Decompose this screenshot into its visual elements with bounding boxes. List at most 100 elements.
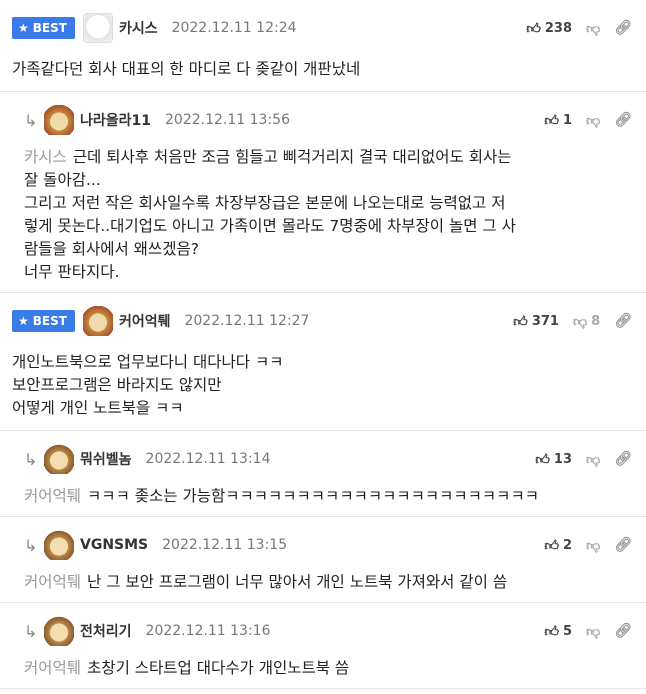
nickname[interactable]: 커어억퉤 bbox=[119, 311, 171, 331]
nickname[interactable]: 카시스 bbox=[119, 18, 158, 38]
comment-header: ↳ VGNSMS 2022.12.11 13:15 👍︎ 2 👎︎ 🔗︎ bbox=[24, 529, 632, 561]
downvote-button[interactable]: 👎︎ bbox=[586, 451, 600, 468]
downvote-button[interactable]: 👎︎ bbox=[586, 537, 600, 554]
comment-text: 그리고 저런 작은 회사일수록 차장부장급은 본문에 나오는대로 능력없고 저 bbox=[24, 194, 506, 212]
comment-text: 너무 판타지다. bbox=[24, 263, 120, 281]
comment-text: ㅋㅋㅋ 좆소는 가능함ㅋㅋㅋㅋㅋㅋㅋㅋㅋㅋㅋㅋㅋㅋㅋㅋㅋㅋㅋㅋㅋㅋ bbox=[87, 487, 539, 505]
comment-line: 보안프로그램은 바라지도 않지만 bbox=[12, 374, 632, 397]
reply-comment: ↳ 뭐쉬벨놈 2022.12.11 13:14 👍︎ 13 👎︎ 🔗︎ 커어억퉤 ㅋㅋㅋ 좆소는… bbox=[0, 431, 646, 517]
comment-date: 2022.12.11 13:56 bbox=[165, 112, 290, 128]
comment-text: 근데 퇴사후 처음만 조금 힘들고 삐걱거리지 결국 대리없어도 회사는 bbox=[72, 148, 512, 166]
comment-actions: 👍︎ 2 👎︎ 🔗︎ bbox=[544, 537, 632, 554]
thumbs-up-icon: 👍︎ bbox=[526, 20, 541, 37]
comment-body: 가족같다던 회사 대표의 한 마디로 다 좆같이 개판났네 bbox=[12, 44, 632, 91]
avatar[interactable] bbox=[44, 105, 74, 135]
best-label: BEST bbox=[32, 21, 67, 35]
nickname[interactable]: 뭐쉬벨놈 bbox=[80, 449, 132, 469]
link-icon: 🔗︎ bbox=[614, 20, 632, 36]
upvote-button[interactable]: 👍︎ 371 bbox=[513, 313, 559, 330]
upvote-button[interactable]: 👍︎ 1 bbox=[544, 112, 572, 129]
thumbs-up-icon: 👍︎ bbox=[513, 313, 528, 330]
comment-date: 2022.12.11 12:27 bbox=[184, 313, 310, 329]
avatar[interactable] bbox=[82, 13, 113, 43]
best-badge: ★ BEST bbox=[12, 310, 75, 332]
comment-line: 람들을 회사에서 왜쓰겠음? bbox=[24, 238, 632, 261]
comment-text: 보안프로그램은 바라지도 않지만 bbox=[12, 376, 222, 394]
comment-actions: 👍︎ 13 👎︎ 🔗︎ bbox=[535, 451, 632, 468]
mention-nickname[interactable]: 카시스 bbox=[24, 148, 67, 166]
share-link-button[interactable]: 🔗︎ bbox=[614, 313, 632, 329]
comment-date: 2022.12.11 13:15 bbox=[162, 537, 288, 553]
comment-text: 개인노트북으로 업무보다니 대다나다 ㅋㅋ bbox=[12, 353, 284, 371]
comment-header: ↳ 뭐쉬벨놈 2022.12.11 13:14 👍︎ 13 👎︎ 🔗︎ bbox=[24, 443, 632, 475]
thumbs-down-icon: 👎︎ bbox=[586, 537, 601, 554]
reply-comment: ↳ 전처리기 2022.12.11 13:16 👍︎ 5 👎︎ 🔗︎ 커어억퉤 초창기 스타트업… bbox=[0, 603, 646, 689]
upvote-button[interactable]: 👍︎ 5 bbox=[544, 623, 572, 640]
upvote-button[interactable]: 👍︎ 238 bbox=[526, 20, 572, 37]
best-comment: ★ BEST 카시스 2022.12.11 12:24 👍︎ 238 👎︎ 🔗︎ 가족같다던 회… bbox=[0, 0, 646, 92]
comment-date: 2022.12.11 12:24 bbox=[171, 20, 297, 36]
link-icon: 🔗︎ bbox=[614, 623, 632, 639]
thumbs-down-icon: 👎︎ bbox=[586, 112, 601, 129]
comment-line: 커어억퉤 ㅋㅋㅋ 좆소는 가능함ㅋㅋㅋㅋㅋㅋㅋㅋㅋㅋㅋㅋㅋㅋㅋㅋㅋㅋㅋㅋㅋㅋ bbox=[24, 485, 632, 508]
comment-actions: 👍︎ 371 👎︎ 8 🔗︎ bbox=[513, 313, 632, 330]
thumbs-down-icon: 👎︎ bbox=[572, 313, 588, 330]
avatar[interactable] bbox=[44, 444, 74, 474]
star-icon: ★ bbox=[18, 314, 29, 328]
avatar[interactable] bbox=[44, 616, 74, 646]
reply-comment: ↳ 나라올라11 2022.12.11 13:56 👍︎ 1 👎︎ 🔗︎ 카시스 근데 퇴사후 … bbox=[0, 92, 646, 293]
comment-text: 람들을 회사에서 왜쓰겠음? bbox=[24, 240, 199, 258]
comment-actions: 👍︎ 1 👎︎ 🔗︎ bbox=[544, 112, 632, 129]
comment-text: 난 그 보안 프로그램이 너무 많아서 개인 노트북 가져와서 같이 씀 bbox=[87, 573, 508, 591]
comment-line: 렇게 못논다..대기업도 아니고 가족이면 몰라도 7명중에 차부장이 놀면 그… bbox=[24, 215, 632, 238]
avatar[interactable] bbox=[82, 306, 113, 336]
best-badge: ★ BEST bbox=[12, 17, 75, 39]
downvote-button[interactable]: 👎︎ 8 bbox=[573, 313, 600, 330]
comment-line: 가족같다던 회사 대표의 한 마디로 다 좆같이 개판났네 bbox=[12, 58, 632, 81]
share-link-button[interactable]: 🔗︎ bbox=[614, 112, 632, 128]
downvote-button[interactable]: 👎︎ bbox=[586, 112, 600, 129]
comment-line: 카시스 근데 퇴사후 처음만 조금 힘들고 삐걱거리지 결국 대리없어도 회사는 bbox=[24, 146, 632, 169]
avatar[interactable] bbox=[44, 530, 74, 560]
thumbs-up-icon: 👍︎ bbox=[544, 623, 559, 640]
reply-arrow-icon: ↳ bbox=[24, 449, 38, 469]
comment-line: 개인노트북으로 업무보다니 대다나다 ㅋㅋ bbox=[12, 351, 632, 374]
downvote-button[interactable]: 👎︎ bbox=[586, 20, 600, 37]
upvote-button[interactable]: 👍︎ 2 bbox=[544, 537, 572, 554]
upvote-count: 238 bbox=[544, 20, 572, 36]
comment-list: ★ BEST 카시스 2022.12.11 12:24 👍︎ 238 👎︎ 🔗︎ 가족같다던 회… bbox=[0, 0, 646, 689]
reply-comment: ↳ VGNSMS 2022.12.11 13:15 👍︎ 2 👎︎ 🔗︎ 커어억퉤 난 그 보안… bbox=[0, 517, 646, 603]
reply-arrow-icon: ↳ bbox=[24, 535, 38, 555]
thumbs-up-icon: 👍︎ bbox=[544, 537, 559, 554]
share-link-button[interactable]: 🔗︎ bbox=[614, 537, 632, 553]
comment-body: 커어억퉤 ㅋㅋㅋ 좆소는 가능함ㅋㅋㅋㅋㅋㅋㅋㅋㅋㅋㅋㅋㅋㅋㅋㅋㅋㅋㅋㅋㅋㅋ bbox=[24, 475, 632, 516]
link-icon: 🔗︎ bbox=[614, 537, 632, 553]
comment-header: ↳ 전처리기 2022.12.11 13:16 👍︎ 5 👎︎ 🔗︎ bbox=[24, 615, 632, 647]
mention-nickname[interactable]: 커어억퉤 bbox=[24, 487, 81, 505]
mention-nickname[interactable]: 커어억퉤 bbox=[24, 659, 81, 677]
comment-text: 가족같다던 회사 대표의 한 마디로 다 좆같이 개판났네 bbox=[12, 60, 361, 78]
comment-header: ★ BEST 커어억퉤 2022.12.11 12:27 👍︎ 371 👎︎ 8 🔗︎ bbox=[12, 305, 632, 337]
nickname[interactable]: 나라올라11 bbox=[80, 110, 151, 130]
upvote-button[interactable]: 👍︎ 13 bbox=[535, 451, 572, 468]
share-link-button[interactable]: 🔗︎ bbox=[614, 20, 632, 36]
thumbs-up-icon: 👍︎ bbox=[535, 451, 550, 468]
link-icon: 🔗︎ bbox=[614, 112, 632, 128]
share-link-button[interactable]: 🔗︎ bbox=[614, 451, 632, 467]
nickname[interactable]: 전처리기 bbox=[80, 621, 132, 641]
nickname[interactable]: VGNSMS bbox=[80, 537, 148, 553]
thumbs-down-icon: 👎︎ bbox=[586, 623, 601, 640]
comment-body: 개인노트북으로 업무보다니 대다나다 ㅋㅋ 보안프로그램은 바라지도 않지만어떻게… bbox=[12, 337, 632, 430]
upvote-count: 2 bbox=[562, 537, 572, 553]
link-icon: 🔗︎ bbox=[614, 451, 632, 467]
comment-body: 커어억퉤 난 그 보안 프로그램이 너무 많아서 개인 노트북 가져와서 같이 씀 bbox=[24, 561, 632, 602]
comment-line: 어떻게 개인 노트북을 ㅋㅋ bbox=[12, 397, 632, 420]
reply-arrow-icon: ↳ bbox=[24, 110, 38, 130]
comment-date: 2022.12.11 13:16 bbox=[145, 623, 271, 639]
link-icon: 🔗︎ bbox=[614, 313, 632, 329]
downvote-button[interactable]: 👎︎ bbox=[586, 623, 600, 640]
comment-line: 그리고 저런 작은 회사일수록 차장부장급은 본문에 나오는대로 능력없고 저 bbox=[24, 192, 632, 215]
mention-nickname[interactable]: 커어억퉤 bbox=[24, 573, 81, 591]
share-link-button[interactable]: 🔗︎ bbox=[614, 623, 632, 639]
comment-date: 2022.12.11 13:14 bbox=[145, 451, 271, 467]
